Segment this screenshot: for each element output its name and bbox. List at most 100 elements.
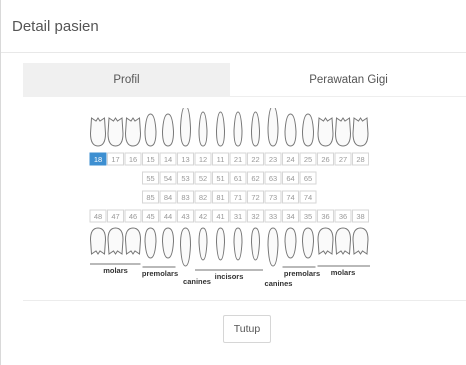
upper-permanent-cell[interactable]: 26 [317, 152, 334, 166]
lower-tooth-icon[interactable] [352, 227, 369, 255]
lower-primary-cell[interactable]: 73 [264, 190, 282, 204]
tooth-number: 21 [234, 155, 242, 164]
upper-permanent-cell[interactable]: 24 [282, 152, 299, 166]
lower-permanent-cell[interactable]: 41 [212, 209, 229, 223]
upper-primary-cell[interactable]: 53 [177, 171, 194, 185]
upper-permanent-cell[interactable]: 14 [159, 152, 177, 166]
lower-primary-cell[interactable]: 84 [159, 190, 177, 204]
tooth-number: 24 [286, 155, 294, 164]
lower-permanent-cell[interactable]: 44 [159, 209, 177, 223]
modal-header: Detail pasien [1, 0, 466, 53]
upper-tooth-icon[interactable] [161, 113, 175, 147]
upper-permanent-cell[interactable]: 18 [89, 152, 107, 166]
upper-primary-cell[interactable]: 54 [159, 171, 177, 185]
lower-permanent-cell[interactable]: 47 [107, 209, 124, 223]
upper-permanent-cell[interactable]: 12 [194, 152, 212, 166]
lower-primary-cell[interactable]: 81 [212, 190, 229, 204]
upper-tooth-icon[interactable] [317, 117, 334, 147]
upper-permanent-cell[interactable]: 11 [212, 152, 229, 166]
upper-permanent-cell[interactable]: 28 [352, 152, 369, 166]
upper-permanent-cell[interactable]: 17 [107, 152, 124, 166]
lower-tooth-icon[interactable] [284, 227, 297, 259]
upper-permanent-cell[interactable]: 16 [124, 152, 142, 166]
lower-tooth-icon[interactable] [107, 227, 124, 255]
lower-tooth-icon[interactable] [301, 227, 315, 259]
tooth-number: 52 [199, 174, 207, 183]
lower-permanent-cell[interactable]: 36 [317, 209, 334, 223]
lower-tooth-icon[interactable] [161, 227, 175, 259]
upper-primary-cell[interactable]: 64 [282, 171, 299, 185]
lower-primary-cell[interactable]: 83 [177, 190, 194, 204]
lower-permanent-cell[interactable]: 45 [142, 209, 159, 223]
lower-tooth-icon[interactable] [250, 227, 261, 261]
tab-perawatan-gigi[interactable]: Perawatan Gigi [230, 63, 466, 97]
upper-tooth-icon[interactable] [107, 117, 124, 147]
upper-primary-cell[interactable]: 63 [264, 171, 282, 185]
upper-permanent-cell[interactable]: 25 [299, 152, 317, 166]
close-button[interactable]: Tutup [223, 315, 271, 343]
tooth-group-label: canines [265, 279, 293, 288]
lower-tooth-icon[interactable] [267, 227, 279, 267]
tooth-number: 81 [216, 193, 224, 202]
tooth-number: 72 [251, 193, 259, 202]
lower-tooth-icon[interactable] [215, 227, 226, 261]
lower-permanent-cell[interactable]: 32 [247, 209, 264, 223]
lower-tooth-icon[interactable] [124, 227, 142, 255]
upper-tooth-icon[interactable] [233, 111, 243, 147]
upper-tooth-icon[interactable] [250, 111, 261, 147]
tooth-number: 63 [269, 174, 277, 183]
upper-tooth-icon[interactable] [301, 113, 315, 147]
upper-tooth-icon[interactable] [215, 111, 226, 147]
tooth-number: 71 [234, 193, 242, 202]
upper-primary-cell[interactable]: 52 [194, 171, 212, 185]
upper-primary-cell[interactable]: 61 [229, 171, 247, 185]
lower-permanent-cell[interactable]: 46 [124, 209, 142, 223]
upper-primary-cell[interactable]: 62 [247, 171, 264, 185]
lower-primary-cell[interactable]: 82 [194, 190, 212, 204]
tab-profil[interactable]: Profil [23, 63, 230, 97]
upper-tooth-icon[interactable] [334, 117, 352, 147]
upper-tooth-icon[interactable] [124, 117, 142, 147]
lower-primary-cell[interactable]: 74 [282, 190, 299, 204]
lower-permanent-cell[interactable]: 36 [334, 209, 352, 223]
upper-primary-cell[interactable]: 55 [142, 171, 159, 185]
tooth-number: 42 [199, 212, 207, 221]
upper-tooth-icon[interactable] [179, 105, 192, 147]
lower-tooth-icon[interactable] [233, 227, 243, 261]
lower-tooth-icon[interactable] [198, 227, 208, 261]
upper-tooth-icon[interactable] [89, 117, 107, 147]
lower-primary-cell[interactable]: 72 [247, 190, 264, 204]
upper-permanent-cell[interactable]: 13 [177, 152, 194, 166]
upper-tooth-icon[interactable] [284, 113, 297, 147]
upper-primary-cell[interactable]: 51 [212, 171, 229, 185]
upper-tooth-icon[interactable] [198, 111, 208, 147]
upper-tooth-icon[interactable] [267, 105, 279, 147]
upper-permanent-cell[interactable]: 21 [229, 152, 247, 166]
upper-tooth-icon[interactable] [352, 117, 369, 147]
lower-permanent-cell[interactable]: 48 [89, 209, 107, 223]
lower-primary-cell[interactable]: 74 [299, 190, 317, 204]
lower-tooth-icon[interactable] [89, 227, 107, 255]
tooth-number: 64 [286, 174, 294, 183]
lower-primary-cell[interactable]: 71 [229, 190, 247, 204]
lower-primary-cell[interactable]: 85 [142, 190, 159, 204]
upper-permanent-cell[interactable]: 27 [334, 152, 352, 166]
lower-permanent-cell[interactable]: 42 [194, 209, 212, 223]
tooth-number: 43 [181, 212, 189, 221]
upper-permanent-cell[interactable]: 23 [264, 152, 282, 166]
lower-tooth-icon[interactable] [334, 227, 352, 255]
lower-tooth-icon[interactable] [144, 227, 157, 259]
lower-permanent-cell[interactable]: 34 [282, 209, 299, 223]
lower-tooth-icon[interactable] [317, 227, 334, 255]
upper-primary-cell[interactable]: 65 [299, 171, 317, 185]
upper-permanent-cell[interactable]: 15 [142, 152, 159, 166]
upper-tooth-icon[interactable] [144, 113, 157, 147]
lower-permanent-cell[interactable]: 31 [229, 209, 247, 223]
lower-tooth-icon[interactable] [179, 227, 192, 267]
lower-permanent-cell[interactable]: 38 [352, 209, 369, 223]
upper-permanent-cell[interactable]: 22 [247, 152, 264, 166]
tooth-number: 65 [304, 174, 312, 183]
lower-permanent-cell[interactable]: 35 [299, 209, 317, 223]
lower-permanent-cell[interactable]: 33 [264, 209, 282, 223]
lower-permanent-cell[interactable]: 43 [177, 209, 194, 223]
